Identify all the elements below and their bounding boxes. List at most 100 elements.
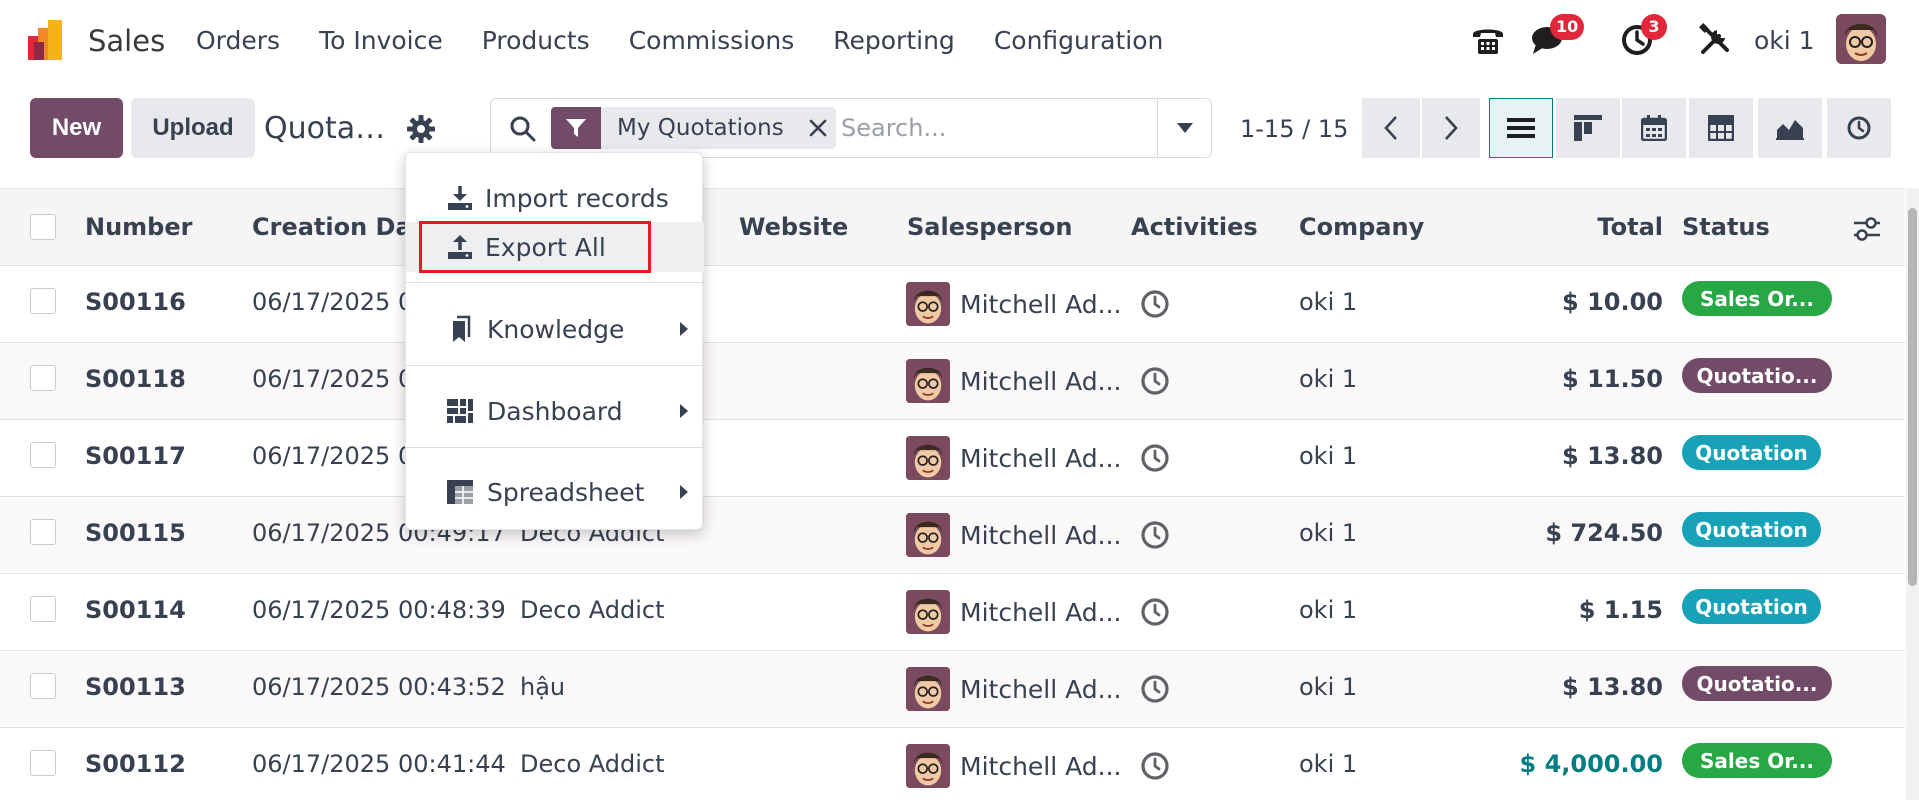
table-row[interactable]: S00115 06/17/2025 00:49:17 Deco Addict Mitc… xyxy=(0,497,1905,574)
activity-clock-icon[interactable] xyxy=(1139,596,1171,628)
activity-clock-icon[interactable] xyxy=(1139,519,1171,551)
messages-count-badge: 10 xyxy=(1550,14,1585,40)
status-badge: Quotation xyxy=(1682,435,1821,470)
header-total[interactable]: Total xyxy=(1597,213,1663,241)
pager-value[interactable]: 1-15 / 15 xyxy=(1240,115,1348,143)
table-row[interactable]: S00112 06/17/2025 00:41:44 Deco Addict Mitc… xyxy=(0,728,1905,800)
menu-item-knowledge[interactable]: Knowledge xyxy=(406,304,704,354)
sales-app-logo-icon[interactable] xyxy=(28,20,70,60)
graph-view-icon xyxy=(1776,120,1804,140)
table-header: Number Creation Date Website Salesperson… xyxy=(0,188,1905,266)
menu-item-spreadsheet[interactable]: Spreadsheet xyxy=(406,467,704,517)
header-website[interactable]: Website xyxy=(739,213,848,241)
menu-divider xyxy=(406,447,704,448)
user-name[interactable]: oki 1 xyxy=(1754,26,1815,55)
salesperson-avatar xyxy=(906,590,950,634)
row-checkbox[interactable] xyxy=(30,365,56,391)
activity-clock-icon[interactable] xyxy=(1139,365,1171,397)
row-total: $ 1.15 xyxy=(1578,596,1663,624)
header-salesperson[interactable]: Salesperson xyxy=(907,213,1072,241)
view-pivot-button[interactable] xyxy=(1689,98,1753,158)
menu-item-import-records[interactable]: Import records xyxy=(406,173,704,223)
row-checkbox[interactable] xyxy=(30,596,56,622)
menu-commissions[interactable]: Commissions xyxy=(629,26,795,55)
menu-reporting[interactable]: Reporting xyxy=(833,26,955,55)
top-navbar: Sales Orders To Invoice Products Commiss… xyxy=(0,0,1919,82)
pager-previous-button[interactable] xyxy=(1362,98,1420,158)
phone-icon[interactable] xyxy=(1470,22,1506,58)
actions-dropdown-menu: Import records Export All Knowledge Dash… xyxy=(405,152,704,530)
view-calendar-button[interactable] xyxy=(1622,98,1686,158)
row-checkbox[interactable] xyxy=(30,288,56,314)
user-avatar[interactable] xyxy=(1836,14,1886,64)
search-options-toggle[interactable] xyxy=(1157,99,1211,157)
row-checkbox[interactable] xyxy=(30,673,56,699)
menu-item-label: Import records xyxy=(485,183,669,213)
status-badge: Sales Or... xyxy=(1682,743,1832,778)
menu-to-invoice[interactable]: To Invoice xyxy=(319,26,443,55)
pager-next-button[interactable] xyxy=(1422,98,1480,158)
row-checkbox[interactable] xyxy=(30,519,56,545)
scrollbar-thumb[interactable] xyxy=(1908,208,1917,586)
row-creation-date: 06/17/2025 0 xyxy=(252,288,414,316)
header-number[interactable]: Number xyxy=(85,213,192,241)
table-row[interactable]: S00114 06/17/2025 00:48:39 Deco Addict Mitc… xyxy=(0,574,1905,651)
view-graph-button[interactable] xyxy=(1758,98,1822,158)
header-activities[interactable]: Activities xyxy=(1131,213,1258,241)
select-all-checkbox[interactable] xyxy=(30,214,56,240)
row-salesperson: Mitchell Ad... xyxy=(960,675,1122,704)
status-badge: Quotatio... xyxy=(1682,666,1832,701)
menu-item-dashboard[interactable]: Dashboard xyxy=(406,386,704,436)
search-input[interactable] xyxy=(841,111,1141,145)
row-total: $ 10.00 xyxy=(1562,288,1663,316)
row-company: oki 1 xyxy=(1299,596,1358,624)
table-row[interactable]: S00113 06/17/2025 00:43:52 hậu Mitchell Ad.… xyxy=(0,651,1905,728)
export-all-highlight-box xyxy=(419,221,651,273)
menu-orders[interactable]: Orders xyxy=(196,26,280,55)
salesperson-avatar xyxy=(906,744,950,788)
bookmark-icon xyxy=(453,315,471,342)
menu-configuration[interactable]: Configuration xyxy=(994,26,1164,55)
main-menu: Orders To Invoice Products Commissions R… xyxy=(196,26,1202,55)
table-row[interactable]: S0011606/17/2025 0..Mitchell Ad...oki 1$… xyxy=(0,266,1905,343)
view-list-button[interactable] xyxy=(1489,98,1553,158)
messages-button[interactable]: 10 xyxy=(1530,14,1585,58)
view-kanban-button[interactable] xyxy=(1556,98,1620,158)
row-company: oki 1 xyxy=(1299,442,1358,470)
row-salesperson: Mitchell Ad... xyxy=(960,444,1122,473)
menu-item-label: Knowledge xyxy=(487,314,625,344)
activity-clock-icon[interactable] xyxy=(1139,673,1171,705)
menu-item-label: Dashboard xyxy=(487,396,623,426)
facet-label: My Quotations xyxy=(617,115,784,141)
table-row[interactable]: S00118 06/17/2025 0 Mitchell Ad... oki 1 $ 1… xyxy=(0,343,1905,420)
app-name[interactable]: Sales xyxy=(88,24,165,58)
tools-icon[interactable] xyxy=(1697,22,1733,58)
header-company[interactable]: Company xyxy=(1299,213,1424,241)
gear-icon[interactable] xyxy=(406,114,436,144)
upload-button[interactable]: Upload xyxy=(131,98,255,158)
chevron-left-icon xyxy=(1384,116,1397,140)
activities-button[interactable]: 3 xyxy=(1621,14,1667,58)
menu-products[interactable]: Products xyxy=(482,26,590,55)
activity-clock-icon[interactable] xyxy=(1139,750,1171,782)
column-settings-icon[interactable] xyxy=(1853,216,1881,242)
table-scrollbar[interactable] xyxy=(1906,188,1919,800)
row-salesperson: Mitchell Ad... xyxy=(960,598,1122,627)
table-row[interactable]: S00117 06/17/2025 0 Mitchell Ad... oki 1 $ 1… xyxy=(0,420,1905,497)
header-status[interactable]: Status xyxy=(1682,213,1770,241)
row-salesperson: Mitchell Ad... xyxy=(960,752,1122,781)
row-checkbox[interactable] xyxy=(30,750,56,776)
activity-clock-icon[interactable] xyxy=(1139,442,1171,474)
row-checkbox[interactable] xyxy=(30,442,56,468)
search-icon[interactable] xyxy=(509,115,537,143)
view-activity-button[interactable] xyxy=(1827,98,1891,158)
row-company: oki 1 xyxy=(1299,673,1358,701)
row-salesperson: Mitchell Ad... xyxy=(960,367,1122,396)
row-total: $ 11.50 xyxy=(1562,365,1663,393)
row-creation-date: 06/17/2025 0 xyxy=(252,365,414,393)
filter-icon xyxy=(551,107,601,149)
chevron-right-icon xyxy=(1445,116,1458,140)
activity-clock-icon[interactable] xyxy=(1139,288,1171,320)
new-button[interactable]: New xyxy=(30,98,123,158)
close-icon[interactable] xyxy=(800,107,836,149)
